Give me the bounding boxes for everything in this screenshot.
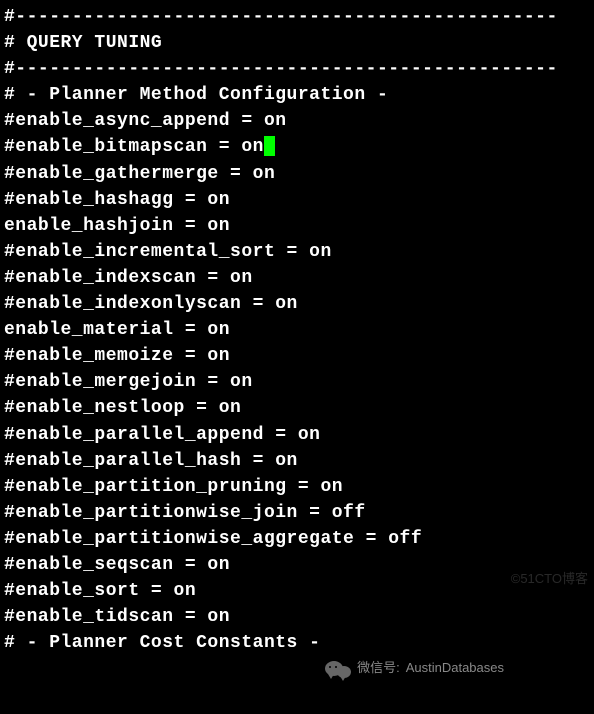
attribution-prefix: 微信号:	[357, 659, 400, 678]
config-line: enable_material = on	[4, 317, 590, 343]
config-line: #enable_indexscan = on	[4, 265, 590, 291]
config-line: # - Planner Method Configuration -	[4, 82, 590, 108]
wechat-icon	[325, 660, 351, 678]
config-line: #---------------------------------------…	[4, 4, 590, 30]
config-line: #enable_partitionwise_join = off	[4, 500, 590, 526]
config-line: #enable_mergejoin = on	[4, 369, 590, 395]
config-line: #enable_hashagg = on	[4, 187, 590, 213]
config-line: #enable_indexonlyscan = on	[4, 291, 590, 317]
config-line: #enable_nestloop = on	[4, 395, 590, 421]
terminal-viewport[interactable]: #---------------------------------------…	[4, 4, 590, 656]
config-line: #---------------------------------------…	[4, 56, 590, 82]
config-line: #enable_sort = on	[4, 578, 590, 604]
config-line: # QUERY TUNING	[4, 30, 590, 56]
config-line: #enable_parallel_append = on	[4, 422, 590, 448]
config-line: #enable_memoize = on	[4, 343, 590, 369]
wechat-attribution: 微信号: AustinDatabases	[325, 659, 504, 678]
text-cursor	[264, 136, 275, 156]
config-line: #enable_parallel_hash = on	[4, 448, 590, 474]
config-line: #enable_partition_pruning = on	[4, 474, 590, 500]
watermark-text: ©51CTO博客	[511, 570, 588, 589]
config-line: # - Planner Cost Constants -	[4, 630, 590, 656]
config-line: #enable_seqscan = on	[4, 552, 590, 578]
config-line: #enable_partitionwise_aggregate = off	[4, 526, 590, 552]
config-line: #enable_bitmapscan = on	[4, 134, 590, 160]
config-line: enable_hashjoin = on	[4, 213, 590, 239]
attribution-name: AustinDatabases	[406, 659, 504, 678]
config-line: #enable_gathermerge = on	[4, 161, 590, 187]
config-line: #enable_tidscan = on	[4, 604, 590, 630]
config-line: #enable_incremental_sort = on	[4, 239, 590, 265]
config-line: #enable_async_append = on	[4, 108, 590, 134]
